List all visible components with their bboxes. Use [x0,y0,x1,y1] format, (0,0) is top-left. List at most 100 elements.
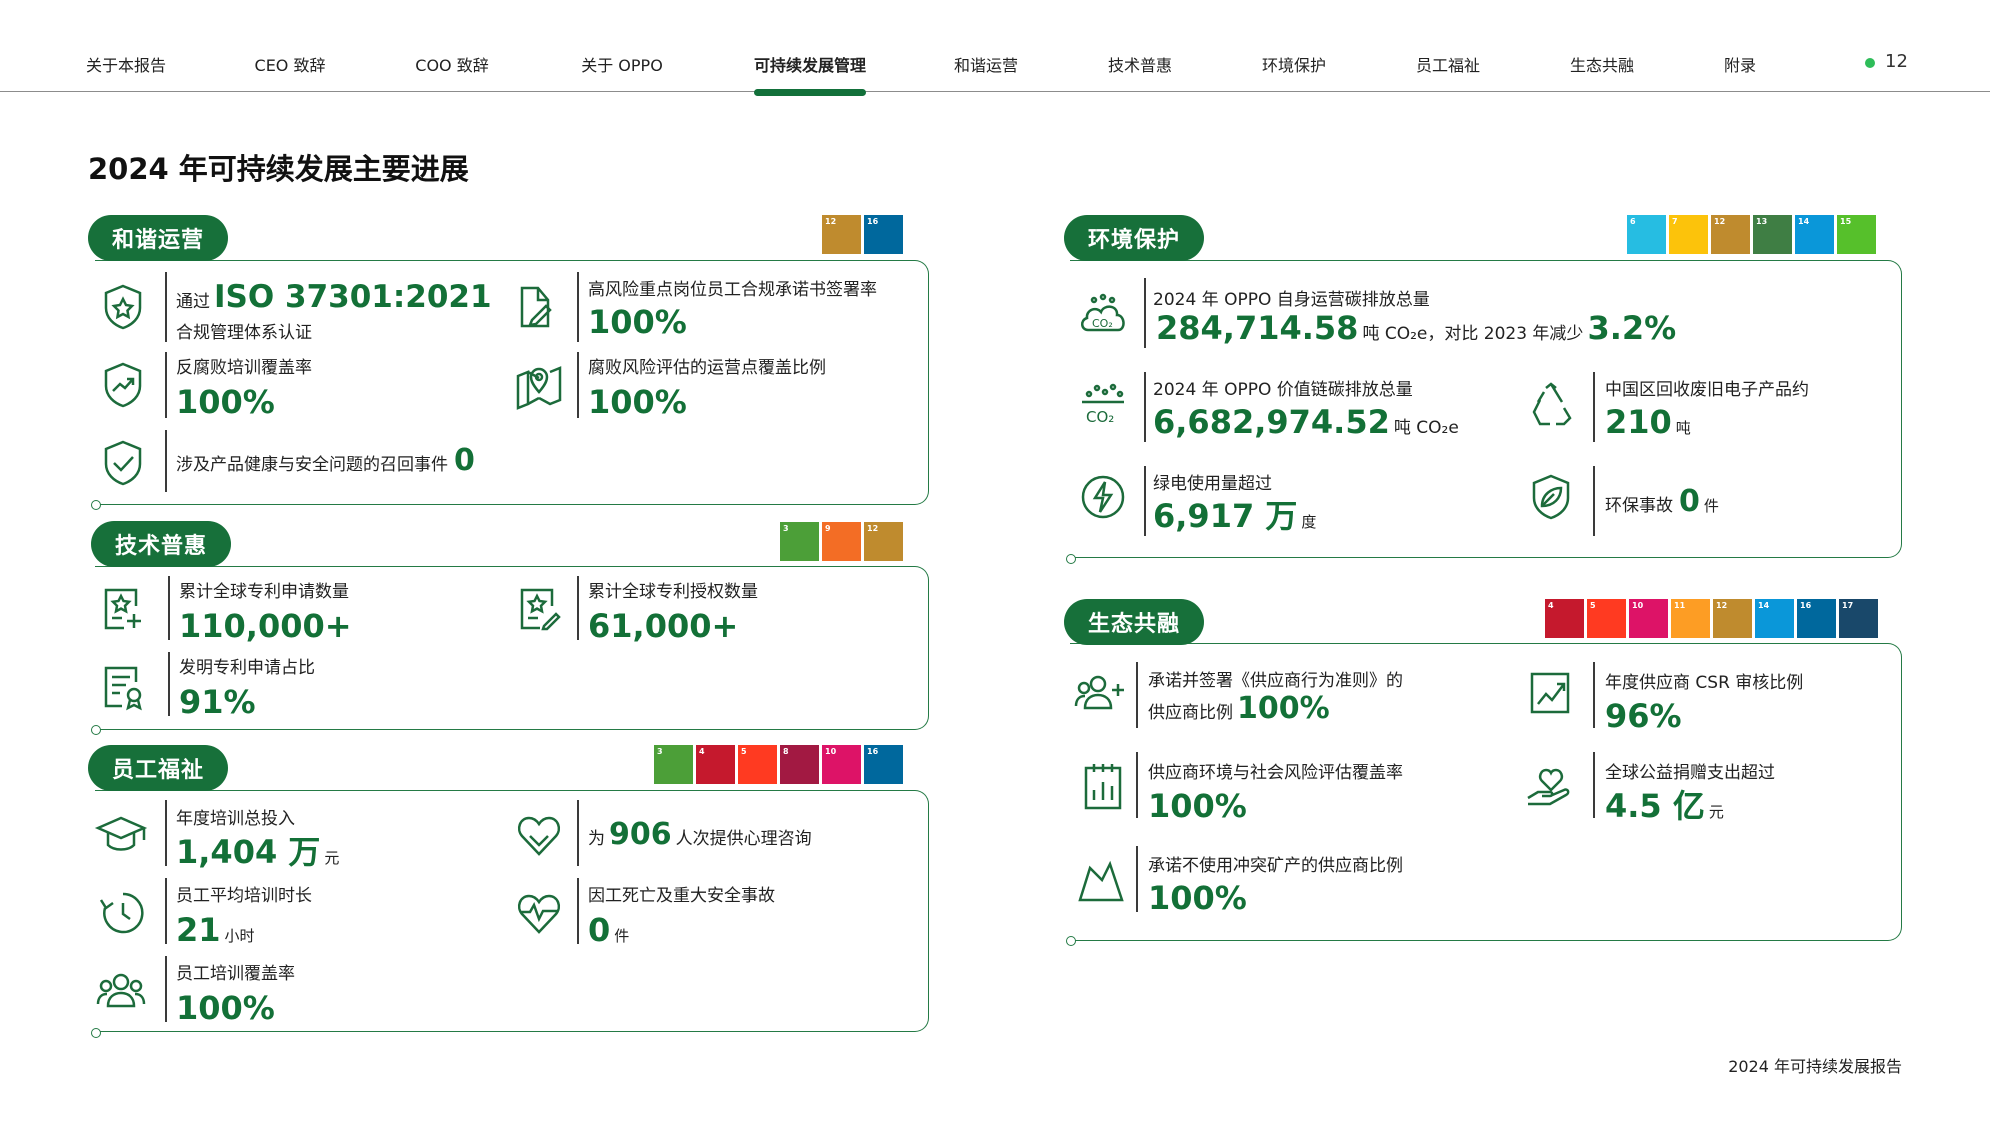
donate-value-line: 4.5 亿元 [1605,790,1724,822]
nav-item-coo[interactable]: COO 致辞 [415,52,488,76]
eco-sdg-icons: 4 5 10 11 12 14 16 17 [1545,599,1878,638]
heart-hands-icon [512,808,566,862]
hours-value: 21 [176,911,221,949]
harmony-sdg-icons: 12 16 [822,215,903,254]
cover-value: 100% [176,989,275,1027]
divider [1593,466,1595,536]
divider [577,576,579,640]
psy-prefix: 为 [588,829,605,849]
env-sdg-icons: 6 7 12 13 14 15 [1627,215,1876,254]
own-value-line: 284,714.58 吨 CO₂e，对比 2023 年减少 3.2% [1156,312,1676,344]
esr-label: 供应商环境与社会风险评估覆盖率 [1148,763,1403,783]
nav-item-staff[interactable]: 员工福祉 [1416,52,1480,76]
recycle-value-line: 210 吨 [1605,406,1691,438]
code-label-1: 承诺并签署《供应商行为准则》的 [1148,671,1403,691]
donate-value: 4.5 [1605,787,1662,825]
card-foot-dot [1066,936,1076,946]
patent-granted-icon [512,582,566,636]
apply-label: 累计全球专利申请数量 [179,582,349,602]
nav-item-ceo[interactable]: CEO 致辞 [255,52,326,76]
hours-value-line: 21 小时 [176,914,255,946]
invent-label: 发明专利申请占比 [179,658,315,678]
invent-value: 91% [179,683,256,721]
chain-value: 6,682,974.52 [1153,403,1390,441]
nav-item-environment[interactable]: 环境保护 [1262,52,1326,76]
green-power-icon [1076,470,1130,524]
invest-value: 1,404 [176,833,278,871]
chain-value-line: 6,682,974.52 吨 CO₂e [1153,406,1459,438]
sdg-12-icon: 12 [1711,215,1750,254]
nav-item-harmony[interactable]: 和谐运营 [954,52,1018,76]
sdg-16-icon: 16 [864,745,903,784]
nav-item-about-oppo[interactable]: 关于 OPPO [581,52,663,76]
sdg-11-icon: 11 [1671,599,1710,638]
recycle-value: 210 [1605,403,1672,441]
chart-audit-icon [1524,666,1578,720]
card-foot-dot [91,1028,101,1038]
divider [165,878,167,944]
patent-star-icon [96,582,150,636]
sdg-6-icon: 6 [1627,215,1666,254]
page-dot-icon [1865,58,1875,68]
invest-value-line: 1,404 万元 [176,836,339,868]
sdg-5-icon: 5 [738,745,777,784]
apply-value: 110,000+ [179,607,352,645]
donate-unit: 元 [1708,803,1724,821]
divider [1593,662,1595,728]
map-pin-icon [512,358,566,412]
heart-pulse-icon [512,886,566,940]
nav-item-ecosystem[interactable]: 生态共融 [1570,52,1634,76]
recycle-icon [1524,378,1578,432]
divider [577,272,579,342]
page-title: 2024 年可持续发展主要进展 [88,152,469,186]
divider [165,352,167,418]
nav-item-about-report[interactable]: 关于本报告 [86,52,166,76]
green-unit-big: 万 [1265,497,1298,535]
nav-divider [0,91,1990,92]
chain-label: 2024 年 OPPO 价值链碳排放总量 [1153,380,1413,400]
csr-label: 年度供应商 CSR 审核比例 [1605,673,1804,693]
risk-label: 腐败风险评估的运营点覆盖比例 [588,358,826,378]
psy-line: 为 906 人次提供心理咨询 [588,818,812,856]
green-label: 绿电使用量超过 [1153,474,1272,494]
mineral-mountain-icon [1076,854,1130,908]
card-foot-dot [91,500,101,510]
nav-item-sustainability[interactable]: 可持续发展管理 [754,52,866,76]
recycle-unit: 吨 [1675,419,1691,437]
mineral-value: 100% [1148,879,1247,917]
sdg-8-icon: 8 [780,745,819,784]
sdg-15-icon: 15 [1837,215,1876,254]
grant-value: 61,000+ [588,607,739,645]
risk-value: 100% [588,383,687,421]
chain-unit: 吨 CO₂e [1393,418,1459,438]
green-value: 6,917 [1153,497,1255,535]
recall-line: 涉及产品健康与安全问题的召回事件 0 [176,444,475,482]
own-label: 2024 年 OPPO 自身运营碳排放总量 [1153,290,1430,310]
people-add-icon [1074,666,1128,720]
death-label: 因工死亡及重大安全事故 [588,886,775,906]
sign-value: 100% [588,303,687,341]
psy-suffix: 人次提供心理咨询 [675,829,812,849]
footer-report-title: 2024 年可持续发展报告 [1728,1057,1902,1076]
sdg-16-icon: 16 [1797,599,1836,638]
divider [577,352,579,418]
code-value: 100% [1237,691,1330,726]
sdg-7-icon: 7 [1669,215,1708,254]
iso-line: 通过 ISO 37301:2021 [176,280,492,319]
sdg-12-icon: 12 [1713,599,1752,638]
tech-pill: 技术普惠 [91,521,231,567]
nav-item-appendix[interactable]: 附录 [1724,52,1756,76]
recycle-label: 中国区回收废旧电子产品约 [1605,380,1809,400]
sdg-5-icon: 5 [1587,599,1626,638]
donate-unit-big: 亿 [1672,787,1705,825]
nav-item-tech[interactable]: 技术普惠 [1108,52,1172,76]
page-number: 12 [1885,51,1908,72]
divider [1136,752,1138,818]
iso-sub: 合规管理体系认证 [176,323,312,343]
staff-pill: 员工福祉 [88,745,228,791]
co2-emission-icon: CO₂ [1076,378,1130,432]
shield-trend-icon [96,358,150,412]
esr-value: 100% [1148,787,1247,825]
mineral-label: 承诺不使用冲突矿产的供应商比例 [1148,856,1403,876]
divider [1144,372,1146,442]
